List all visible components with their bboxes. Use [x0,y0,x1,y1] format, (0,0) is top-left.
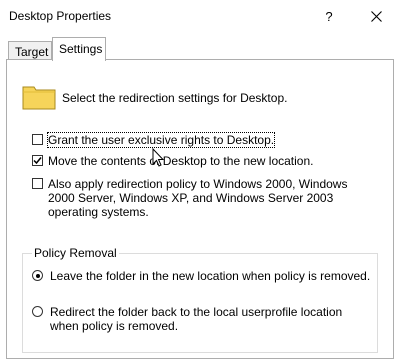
policy-removal-legend: Policy Removal [32,246,119,260]
checkmark-icon [33,157,42,165]
exclusive-rights-label[interactable]: Grant the user exclusive rights to Deskt… [46,132,276,148]
redirect-back-label[interactable]: Redirect the folder back to the local us… [50,305,360,333]
apply-legacy-checkbox[interactable] [32,178,43,189]
redirect-back-radio[interactable] [32,306,43,317]
move-contents-checkbox[interactable] [32,155,43,166]
close-button[interactable] [360,0,392,32]
help-button[interactable]: ? [314,0,344,32]
properties-dialog: Desktop Properties ? Target Settings Sel… [0,0,400,359]
leave-folder-radio[interactable] [32,270,43,281]
tab-strip: Target Settings [0,36,400,61]
folder-icon [22,86,56,110]
close-icon [370,10,382,22]
exclusive-rights-checkbox[interactable] [32,134,43,145]
apply-legacy-label[interactable]: Also apply redirection policy to Windows… [48,177,358,219]
mouse-cursor-icon [152,148,165,167]
tab-target[interactable]: Target [8,41,52,61]
title-bar: Desktop Properties ? [0,0,400,32]
tab-settings[interactable]: Settings [52,37,106,61]
help-icon: ? [325,8,333,24]
redirection-description: Select the redirection settings for Desk… [62,91,288,105]
move-contents-label[interactable]: Move the contents of Desktop to the new … [48,154,314,168]
leave-folder-label[interactable]: Leave the folder in the new location whe… [50,269,370,283]
window-title: Desktop Properties [9,9,112,23]
policy-removal-group [22,253,378,353]
